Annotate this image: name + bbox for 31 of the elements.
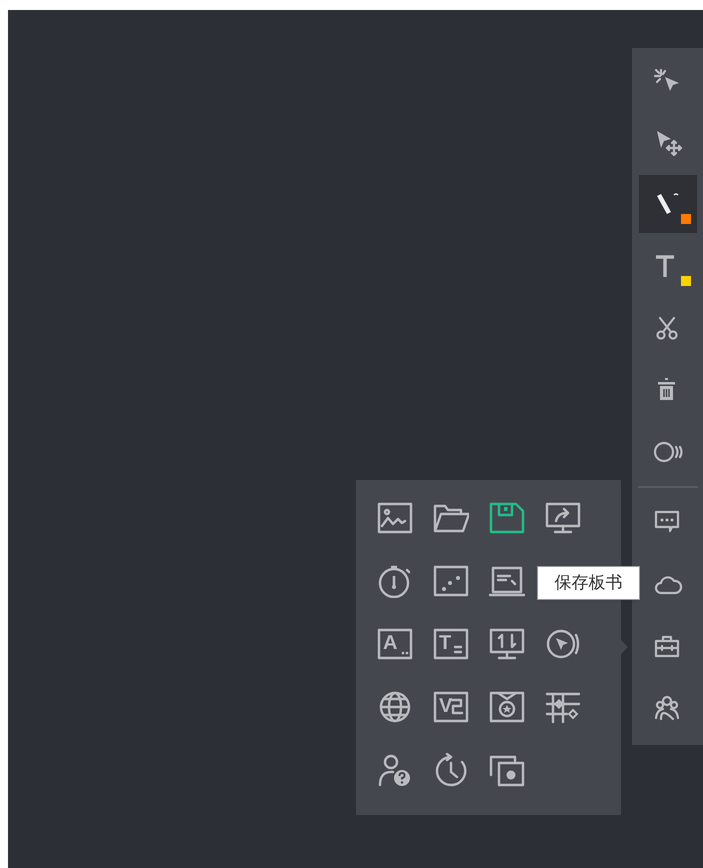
cursor-circle-icon — [545, 627, 581, 661]
monitor-sync-icon — [489, 627, 525, 661]
toolbar-button[interactable] — [638, 175, 696, 233]
laptop-icon — [489, 564, 525, 598]
tool-button[interactable]: V — [432, 689, 470, 725]
timer-refresh-icon — [433, 753, 469, 787]
monitor-share-icon — [545, 501, 581, 535]
text-box-icon — [433, 627, 469, 661]
icon-letter: V — [439, 694, 452, 719]
grid-node-icon — [545, 690, 581, 724]
tool-button[interactable] — [488, 689, 526, 725]
tool-button[interactable] — [488, 500, 526, 536]
icon-letter: A — [383, 631, 398, 656]
icon-letter: T — [439, 631, 452, 656]
text-box-icon — [433, 690, 469, 724]
tool-button[interactable]: T — [432, 626, 470, 662]
picture-icon — [377, 501, 413, 535]
tooltip-text: 保存板书 — [554, 572, 622, 594]
tool-button[interactable] — [432, 563, 470, 599]
tool-button[interactable] — [488, 626, 526, 662]
tool-button[interactable]: A — [376, 626, 414, 662]
user-question-icon — [377, 753, 413, 787]
medal-icon — [489, 690, 525, 724]
globe-icon — [377, 690, 413, 724]
dice-icon — [433, 564, 469, 598]
tool-button[interactable] — [376, 500, 414, 536]
overlapping-screens-icon — [489, 753, 525, 787]
tool-button[interactable] — [544, 500, 582, 536]
text-box-icon — [377, 627, 413, 661]
stopwatch-icon — [377, 564, 413, 598]
save-icon — [489, 501, 525, 535]
